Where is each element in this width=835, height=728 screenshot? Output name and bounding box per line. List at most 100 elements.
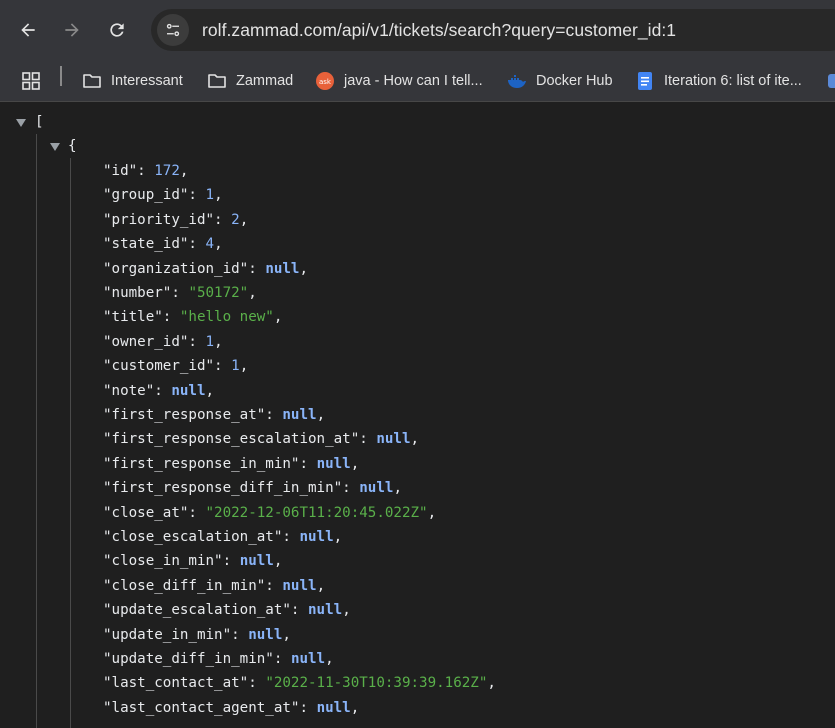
- bookmark-label: Docker Hub: [536, 73, 613, 89]
- svg-text:ask: ask: [319, 78, 332, 86]
- folder-icon: [82, 71, 102, 91]
- json-comma: ,: [487, 675, 496, 692]
- json-key: "id": [103, 163, 138, 179]
- url-text[interactable]: rolf.zammad.com/api/v1/tickets/search?qu…: [202, 20, 676, 41]
- json-value: null: [239, 553, 274, 570]
- bookmark-favicon-icon: [826, 71, 835, 91]
- json-key: "title": [103, 309, 163, 326]
- bookmark-overflow[interactable]: [826, 65, 835, 97]
- folder-icon: [207, 71, 227, 91]
- bookmark-interessant[interactable]: Interessant: [82, 65, 183, 97]
- json-field-row: "priority_id": 2,: [103, 208, 248, 232]
- json-value: null: [299, 529, 334, 545]
- forward-button[interactable]: [55, 13, 89, 47]
- bookmark-iteration-6[interactable]: Iteration 6: list of ite...: [635, 65, 802, 97]
- json-value: null: [316, 699, 351, 716]
- json-key: "state_id": [103, 236, 189, 253]
- json-key: "close_at": [103, 504, 189, 521]
- address-bar[interactable]: rolf.zammad.com/api/v1/tickets/search?qu…: [151, 9, 835, 51]
- json-key: "number": [103, 285, 172, 301]
- json-key: "update_diff_in_min": [103, 651, 274, 667]
- json-field-row: "id": 172,: [103, 159, 188, 183]
- bookmark-label: Iteration 6: list of ite...: [664, 73, 802, 89]
- json-colon: :: [265, 407, 283, 423]
- json-value: null: [265, 260, 300, 277]
- json-comma: ,: [410, 431, 420, 448]
- json-value: 4: [205, 236, 215, 253]
- json-field-row: "title": "hello new",: [103, 305, 282, 329]
- json-key: "first_response_in_min": [103, 455, 300, 472]
- json-field-row: "first_response_diff_in_min": null,: [103, 476, 402, 500]
- json-field-row: "owner_id": 1,: [103, 330, 223, 354]
- json-comma: ,: [316, 577, 326, 594]
- json-comma: ,: [214, 236, 223, 253]
- json-comma: ,: [393, 480, 402, 497]
- json-field-row: "number": "50172",: [103, 281, 257, 305]
- json-field-row: "close_diff_in_min": null,: [103, 574, 325, 598]
- json-key: "first_response_at": [103, 407, 266, 423]
- apps-button[interactable]: [21, 65, 50, 97]
- json-field-row: "first_response_in_min": null,: [103, 452, 359, 476]
- collapse-object-toggle-icon[interactable]: [50, 143, 60, 151]
- json-field-row: "last_contact_agent_at": null,: [103, 696, 359, 720]
- bookmark-label: Interessant: [111, 73, 183, 89]
- json-comma: ,: [205, 382, 215, 399]
- json-value: null: [282, 407, 317, 423]
- json-value: "2022-11-30T10:39:39.162Z": [265, 675, 488, 692]
- json-key: "group_id": [103, 187, 189, 204]
- json-comma: ,: [248, 285, 257, 301]
- site-info-button[interactable]: [157, 14, 189, 46]
- json-key: "organization_id": [103, 260, 249, 277]
- json-field-row: "state_id": 4,: [103, 232, 223, 256]
- apps-grid-icon: [21, 71, 41, 91]
- json-value: null: [308, 602, 343, 619]
- json-value: 1: [205, 333, 215, 350]
- json-value: 172: [154, 163, 180, 179]
- json-key: "owner_id": [103, 333, 189, 350]
- json-viewer: [ { "id": 172, "group_id": 1, "priority_id…: [0, 102, 835, 728]
- reload-button[interactable]: [100, 13, 134, 47]
- json-colon: :: [299, 699, 317, 716]
- json-comma: ,: [239, 358, 249, 375]
- arrow-right-icon: [65, 23, 79, 37]
- json-colon: :: [231, 626, 249, 643]
- json-value: 2: [231, 211, 240, 228]
- json-comma: ,: [179, 163, 189, 179]
- back-button[interactable]: [11, 13, 45, 47]
- json-colon: :: [188, 333, 206, 350]
- json-field-row: "group_id": 1,: [103, 183, 223, 207]
- json-field-row: "first_response_escalation_at": null,: [103, 427, 419, 451]
- arrow-left-icon: [21, 23, 35, 37]
- json-comma: ,: [427, 504, 437, 521]
- bookmark-askubuntu[interactable]: ask java - How can I tell...: [315, 65, 483, 97]
- json-comma: ,: [325, 651, 334, 667]
- json-comma: ,: [299, 260, 309, 277]
- json-value: null: [376, 431, 411, 448]
- json-colon: :: [188, 187, 206, 204]
- json-comma: ,: [282, 626, 291, 643]
- json-comma: ,: [273, 309, 283, 326]
- json-key: "first_response_diff_in_min": [103, 480, 343, 497]
- json-field-row: "organization_id": null,: [103, 257, 308, 281]
- json-key: "last_contact_at": [103, 675, 249, 692]
- json-key: "last_contact_agent_at": [103, 699, 300, 716]
- json-colon: :: [214, 211, 232, 228]
- json-field-row: "note": null,: [103, 379, 214, 403]
- browser-toolbar: rolf.zammad.com/api/v1/tickets/search?qu…: [0, 0, 835, 60]
- bookmark-zammad[interactable]: Zammad: [207, 65, 293, 97]
- json-key: "update_escalation_at": [103, 602, 291, 619]
- json-value: null: [171, 382, 206, 399]
- collapse-array-toggle-icon[interactable]: [16, 119, 26, 127]
- json-comma: ,: [273, 553, 283, 570]
- json-colon: :: [248, 260, 266, 277]
- json-comma: ,: [342, 602, 351, 619]
- json-value: "50172": [188, 285, 249, 301]
- json-value: 1: [205, 187, 215, 204]
- json-field-row: "update_diff_in_min": null,: [103, 647, 334, 671]
- json-colon: :: [137, 163, 155, 179]
- reload-icon: [110, 23, 124, 37]
- docker-icon: [507, 71, 527, 91]
- json-field-row: "first_response_at": null,: [103, 403, 325, 427]
- bookmark-docker-hub[interactable]: Docker Hub: [507, 65, 613, 97]
- json-colon: :: [273, 651, 291, 667]
